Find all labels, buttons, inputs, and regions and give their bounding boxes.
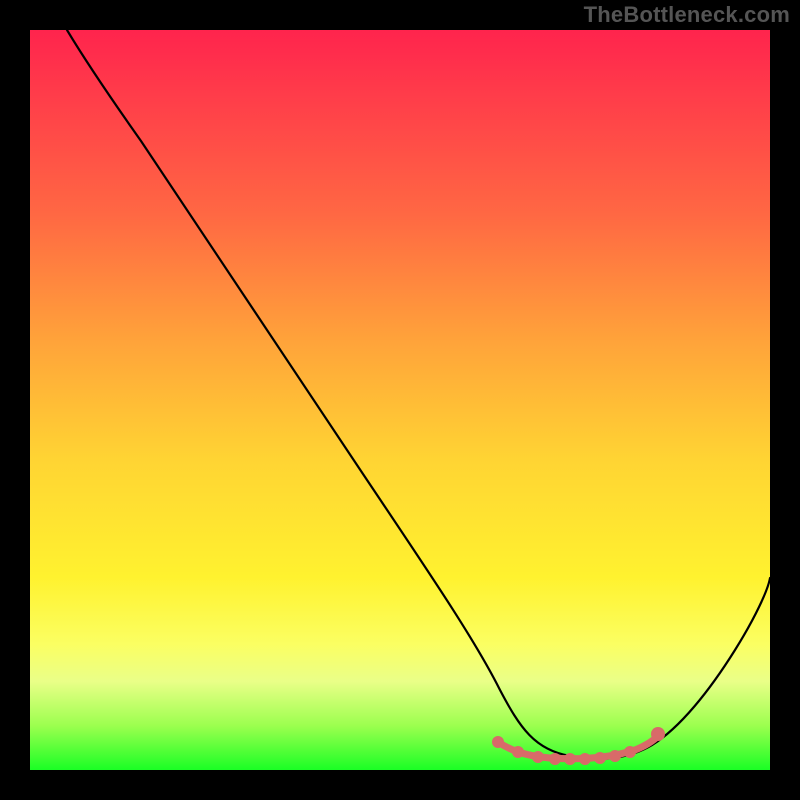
flat-dot bbox=[532, 751, 544, 763]
flat-dot bbox=[549, 753, 561, 765]
chart-frame: TheBottleneck.com bbox=[0, 0, 800, 800]
flat-dot bbox=[594, 752, 606, 764]
curve-svg bbox=[30, 30, 770, 770]
watermark-text: TheBottleneck.com bbox=[584, 2, 790, 28]
flat-dot bbox=[492, 736, 504, 748]
flat-dot bbox=[512, 746, 524, 758]
flat-dot bbox=[624, 746, 636, 758]
flat-dot bbox=[651, 727, 665, 741]
flat-dot bbox=[609, 750, 621, 762]
flat-dot bbox=[564, 753, 576, 765]
plot-area bbox=[30, 30, 770, 770]
flat-dot bbox=[579, 753, 591, 765]
bottleneck-curve bbox=[67, 30, 770, 759]
